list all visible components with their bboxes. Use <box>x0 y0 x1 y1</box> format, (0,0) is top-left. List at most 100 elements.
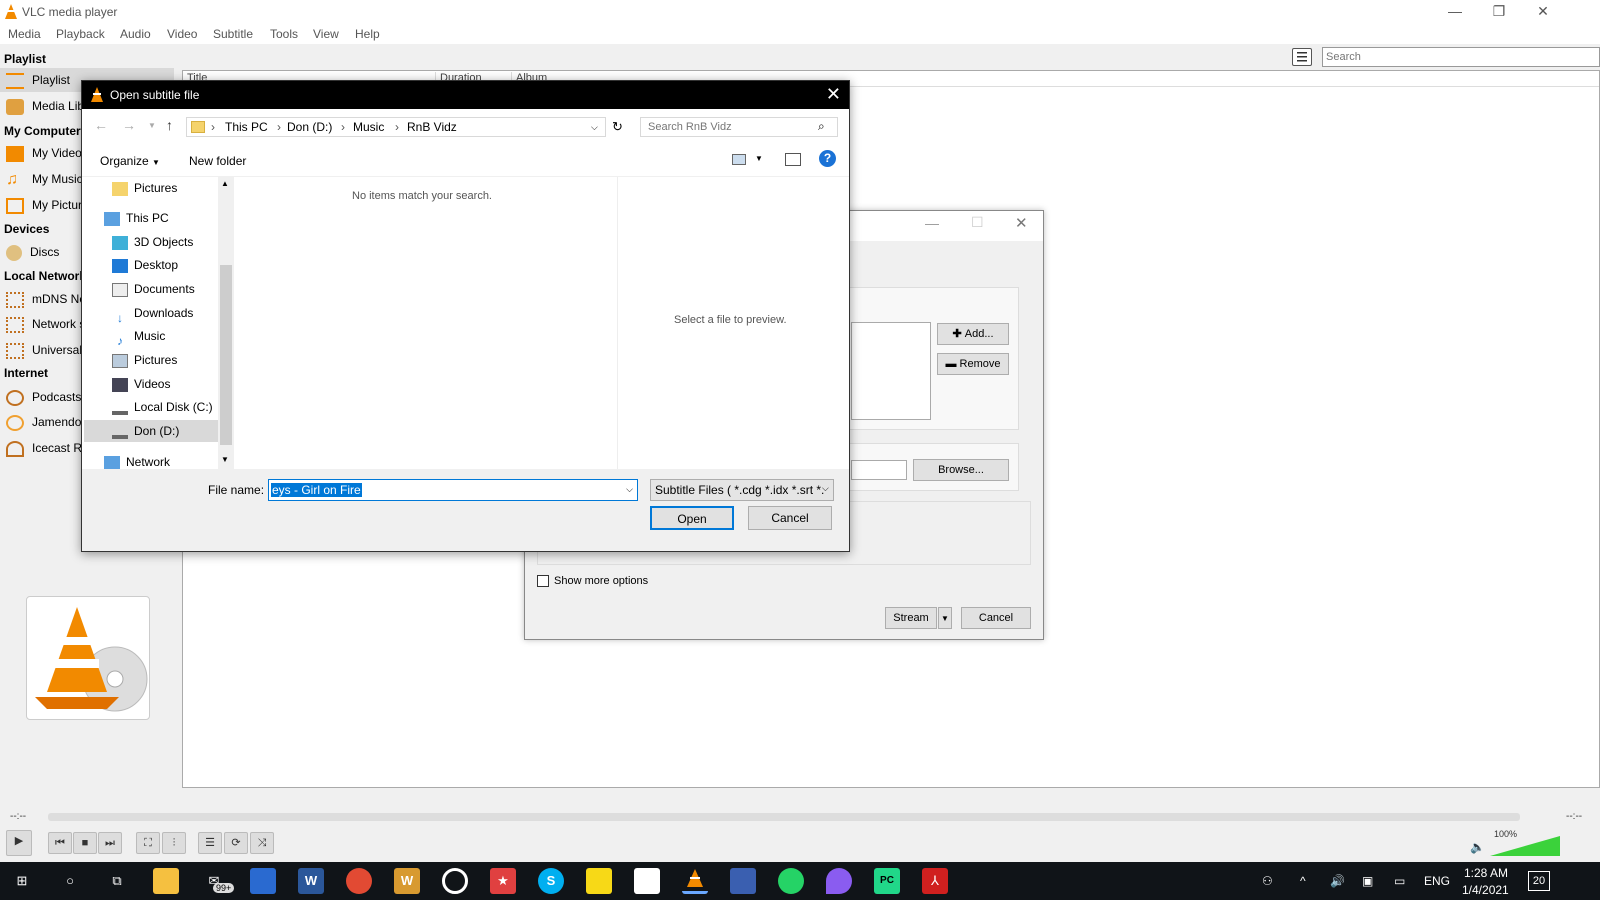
menu-view[interactable]: View <box>313 27 339 41</box>
shuffle-button[interactable]: ⤨ <box>250 832 274 854</box>
scroll-up-icon[interactable]: ▲ <box>221 179 229 188</box>
whatsapp-icon[interactable] <box>778 868 804 894</box>
menu-playback[interactable]: Playback <box>56 27 105 41</box>
new-folder-button[interactable]: New folder <box>189 154 246 168</box>
close-button[interactable]: ✕ <box>1520 0 1566 24</box>
seek-bar[interactable] <box>48 813 1520 821</box>
nav-scrollbar[interactable]: ▲ ▼ <box>218 177 234 469</box>
file-name-dropdown-icon[interactable]: ⌵ <box>626 484 633 495</box>
sticky-notes-icon[interactable] <box>586 868 612 894</box>
clock-time[interactable]: 1:28 AM <box>1464 866 1508 880</box>
nav-item-documents[interactable]: Documents <box>112 278 195 300</box>
scrollbar-thumb[interactable] <box>220 265 232 445</box>
volume-slider[interactable] <box>1490 836 1560 856</box>
refresh-button[interactable]: ↻ <box>612 119 623 135</box>
volume-icon[interactable]: 🔊 <box>1330 874 1345 888</box>
menu-video[interactable]: Video <box>167 27 197 41</box>
nav-item-don-d[interactable]: Don (D:) <box>84 420 218 442</box>
stream-cancel-button[interactable]: Cancel <box>961 607 1031 629</box>
minimize-button[interactable]: — <box>925 215 939 231</box>
breadcrumb-rnb-vidz[interactable]: RnB Vidz <box>407 120 457 134</box>
wps-icon[interactable]: W <box>394 868 420 894</box>
language-indicator[interactable]: ENG <box>1424 874 1450 888</box>
target-icon[interactable] <box>442 868 468 894</box>
scroll-down-icon[interactable]: ▼ <box>221 455 229 464</box>
menu-audio[interactable]: Audio <box>120 27 151 41</box>
fullscreen-button[interactable]: ⛶ <box>136 832 160 854</box>
menu-help[interactable]: Help <box>355 27 380 41</box>
back-button[interactable]: ← <box>94 117 108 133</box>
nav-item-videos[interactable]: Videos <box>112 373 170 395</box>
notification-center-icon[interactable]: 20 <box>1528 871 1550 891</box>
people-icon[interactable]: ⚇ <box>1262 874 1273 888</box>
nav-item-this-pc[interactable]: This PC <box>104 207 169 229</box>
open-button[interactable]: Open <box>650 506 734 530</box>
remove-button[interactable]: ▬ Remove <box>937 353 1009 375</box>
playlist-search-input[interactable]: Search <box>1322 47 1600 67</box>
folder-search-input[interactable]: Search RnB Vidz <box>640 117 838 137</box>
chrome-icon[interactable] <box>346 868 372 894</box>
document-icon[interactable] <box>634 868 660 894</box>
bookmark-app-icon[interactable]: ★ <box>490 868 516 894</box>
clock-date[interactable]: 1/4/2021 <box>1462 883 1509 897</box>
breadcrumb-music[interactable]: Music <box>353 120 384 134</box>
browse-button[interactable]: Browse... <box>913 459 1009 481</box>
file-list[interactable] <box>851 322 931 420</box>
word-icon[interactable]: W <box>298 868 324 894</box>
file-explorer-icon[interactable] <box>153 868 179 894</box>
show-more-options-checkbox[interactable] <box>537 575 549 587</box>
recent-locations-button[interactable]: ▼ <box>148 121 156 130</box>
loop-button[interactable]: ⟳ <box>224 832 248 854</box>
menu-subtitle[interactable]: Subtitle <box>213 27 253 41</box>
vlc-taskbar-icon[interactable] <box>682 868 708 894</box>
nav-item-3d-objects[interactable]: 3D Objects <box>112 231 193 253</box>
speaker-icon[interactable]: 🔈 <box>1470 840 1485 854</box>
acrobat-icon[interactable]: ⅄ <box>922 868 948 894</box>
task-view-icon[interactable]: ⧉ <box>104 868 130 894</box>
organize-button[interactable]: Organize ▼ <box>100 154 160 168</box>
nav-item-local-disk-c[interactable]: Local Disk (C:) <box>112 396 213 418</box>
restore-button[interactable]: ❐ <box>1476 0 1522 24</box>
menu-media[interactable]: Media <box>8 27 41 41</box>
address-dropdown-icon[interactable]: ⌵ <box>591 122 598 133</box>
subtitle-path-input[interactable] <box>851 460 907 480</box>
menu-tools[interactable]: Tools <box>270 27 298 41</box>
close-button[interactable]: ✕ <box>1015 214 1028 232</box>
previous-button[interactable]: ⏮ <box>48 832 72 854</box>
stream-dropdown-button[interactable]: ▼ <box>938 607 952 629</box>
dialog-close-button[interactable]: ✕ <box>826 84 841 105</box>
file-list-pane[interactable]: No items match your search. <box>236 177 616 469</box>
nav-item-desktop[interactable]: Desktop <box>112 254 178 276</box>
play-button[interactable]: ▶ <box>6 830 32 856</box>
store-icon[interactable] <box>250 868 276 894</box>
address-bar[interactable]: › This PC › Don (D:) › Music › RnB Vidz … <box>186 117 606 137</box>
playlist-view-toggle-button[interactable] <box>1292 48 1312 66</box>
nav-item-downloads[interactable]: ↓ Downloads <box>112 302 193 325</box>
windows-start-icon[interactable]: ⊞ <box>9 868 35 894</box>
up-button[interactable]: ↑ <box>166 117 173 133</box>
cancel-button[interactable]: Cancel <box>748 506 832 530</box>
stop-button[interactable]: ■ <box>73 832 97 854</box>
next-button[interactable]: ⏭ <box>98 832 122 854</box>
forward-button[interactable]: → <box>122 117 136 133</box>
skype-icon[interactable]: S <box>538 868 564 894</box>
minimize-button[interactable]: — <box>1432 0 1478 24</box>
nav-item-pictures[interactable]: Pictures <box>112 349 177 371</box>
search-icon[interactable]: ○ <box>57 868 83 894</box>
pycharm-icon[interactable]: PC <box>874 868 900 894</box>
maximize-button[interactable]: ☐ <box>971 214 984 231</box>
preview-pane-icon[interactable] <box>785 153 801 166</box>
nav-item-pictures-quick[interactable]: Pictures <box>112 177 177 199</box>
add-button[interactable]: ✚ Add... <box>937 323 1009 345</box>
nav-item-music[interactable]: ♪ Music <box>112 325 165 348</box>
maps-icon[interactable] <box>826 868 852 894</box>
file-name-input[interactable]: eys - Girl on Fire ⌵ <box>268 479 638 501</box>
file-type-select[interactable]: Subtitle Files ( *.cdg *.idx *.srt *. <box>650 479 834 501</box>
extended-settings-button[interactable]: ⫶ <box>162 832 186 854</box>
view-dropdown-icon[interactable]: ▼ <box>755 154 763 163</box>
stream-button[interactable]: Stream <box>885 607 937 629</box>
show-hidden-icons-icon[interactable]: ^ <box>1300 874 1306 888</box>
display-icon[interactable]: ▣ <box>1362 874 1373 888</box>
playlist-button[interactable]: ☰ <box>198 832 222 854</box>
network-app-icon[interactable] <box>730 868 756 894</box>
